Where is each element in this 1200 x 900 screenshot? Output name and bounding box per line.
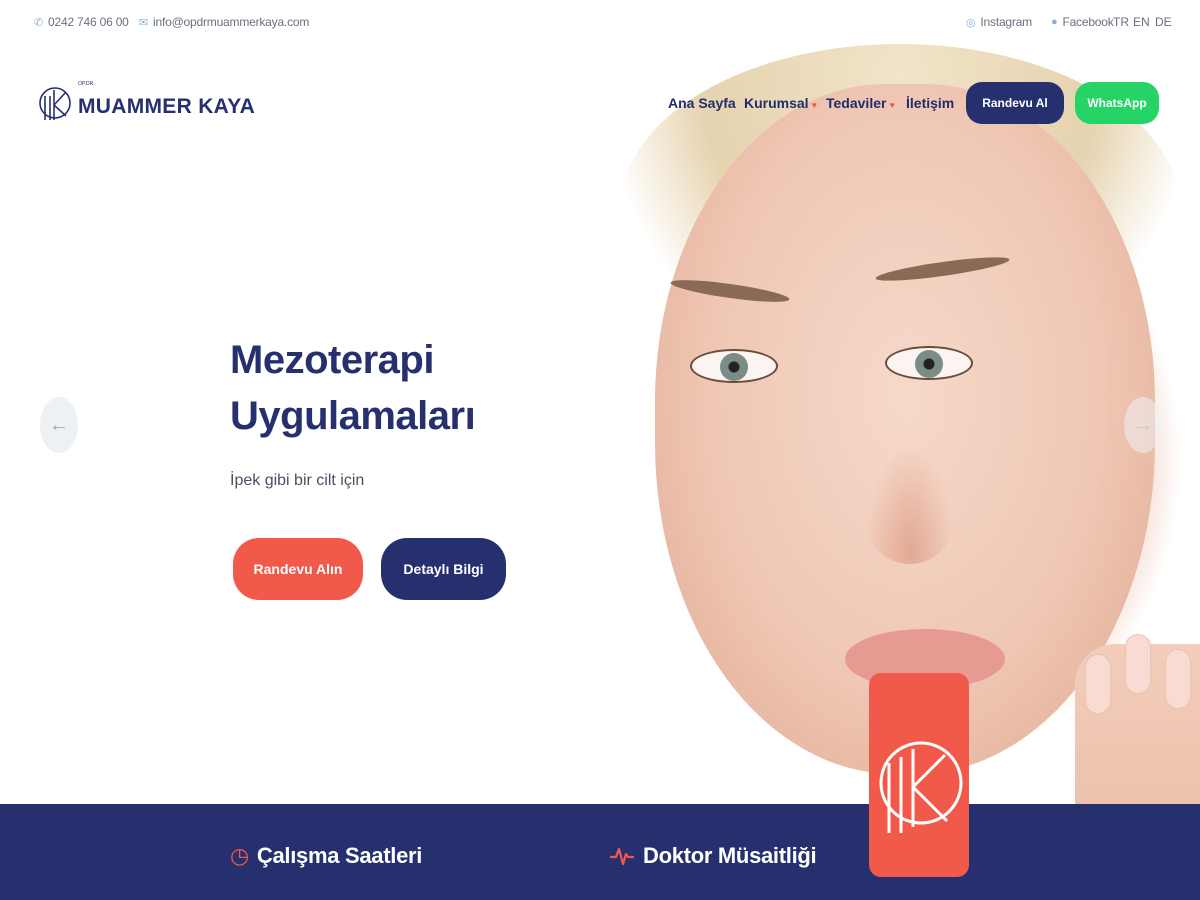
instagram-link[interactable]: ◎ Instagram (966, 15, 1032, 29)
right-eye (885, 346, 973, 380)
nav-label: Tedaviler (826, 95, 887, 111)
slider-prev-button[interactable]: ← (40, 397, 78, 453)
mail-icon: ✉ (139, 16, 149, 29)
logo-mark-icon (879, 741, 963, 833)
hero-subtitle: İpek gibi bir cilt için (230, 472, 365, 489)
whatsapp-button[interactable]: WhatsApp (1075, 82, 1159, 124)
hero-title-line-2: Uygulamaları (230, 394, 476, 438)
right-eyebrow (874, 252, 1011, 286)
email-address: info@opdrmuammerkaya.com (153, 15, 310, 29)
doctor-availability-heading: Doktor Müsaitliği (609, 843, 817, 869)
hero-title-line-1: Mezoterapi (230, 338, 434, 382)
heartbeat-icon (610, 847, 634, 866)
brand-badge[interactable] (869, 673, 969, 877)
nav-item-iletisim[interactable]: İletişim (906, 95, 954, 111)
fingernail (1165, 649, 1191, 709)
phone-number: 0242 746 06 00 (48, 15, 129, 29)
fingernail (1125, 634, 1151, 694)
working-hours-title: Çalışma Saatleri (256, 843, 423, 868)
book-appointment-button[interactable]: Randevu Alın (233, 538, 363, 600)
chevron-down-icon: ♥ (889, 100, 895, 110)
top-bar: ✆ 0242 746 06 00 ✉ info@opdrmuammerkaya.… (0, 0, 1200, 44)
appointment-button[interactable]: Randevu Al (966, 82, 1064, 124)
email-link[interactable]: ✉ info@opdrmuammerkaya.com (139, 15, 309, 29)
hero-title: Mezoterapi Uygulamaları (230, 332, 476, 444)
logo-mark-icon (39, 87, 71, 120)
nav-label: Kurumsal (744, 95, 809, 111)
facebook-icon: ● (1051, 16, 1058, 28)
instagram-icon: ◎ (966, 16, 976, 29)
doctor-availability-title: Doktor Müsaitliği (643, 843, 817, 868)
chevron-down-icon: ♥ (811, 100, 817, 110)
phone-icon: ✆ (34, 16, 44, 29)
more-info-button[interactable]: Detaylı Bilgi (381, 538, 506, 600)
logo-title-prefix: OP.DR. (78, 81, 95, 87)
facebook-link[interactable]: ● Facebook (1051, 15, 1114, 29)
nav-label: Ana Sayfa (668, 95, 736, 111)
nav-item-ana-sayfa[interactable]: Ana Sayfa (668, 95, 736, 111)
language-en[interactable]: EN (1133, 15, 1150, 29)
logo-text: MUAMMER KAYA (78, 95, 256, 118)
fingernail (1085, 654, 1111, 714)
arrow-left-icon: ← (49, 413, 69, 436)
language-tr[interactable]: TR (1113, 15, 1129, 29)
arrow-right-icon: → (1133, 413, 1153, 436)
phone-link[interactable]: ✆ 0242 746 06 00 (34, 15, 129, 29)
left-eyebrow (669, 275, 791, 307)
hero-hand (1075, 634, 1200, 804)
hero-face (655, 84, 1200, 804)
slider-next-button[interactable]: → (1124, 397, 1162, 453)
info-band (0, 804, 1200, 900)
site-logo[interactable]: OP.DR. MUAMMER KAYA (38, 80, 255, 126)
language-de[interactable]: DE (1155, 15, 1172, 29)
nav-label: İletişim (906, 95, 955, 111)
nav-item-kurumsal[interactable]: Kurumsal ♥ (744, 95, 817, 111)
left-eye (690, 349, 778, 383)
nav-item-tedaviler[interactable]: Tedaviler ♥ (826, 95, 895, 111)
instagram-label: Instagram (980, 15, 1032, 29)
working-hours-heading: ◷ Çalışma Saatleri (230, 843, 422, 869)
clock-icon: ◷ (230, 843, 249, 868)
hero-nose (865, 444, 955, 564)
facebook-label: Facebook (1062, 15, 1114, 29)
